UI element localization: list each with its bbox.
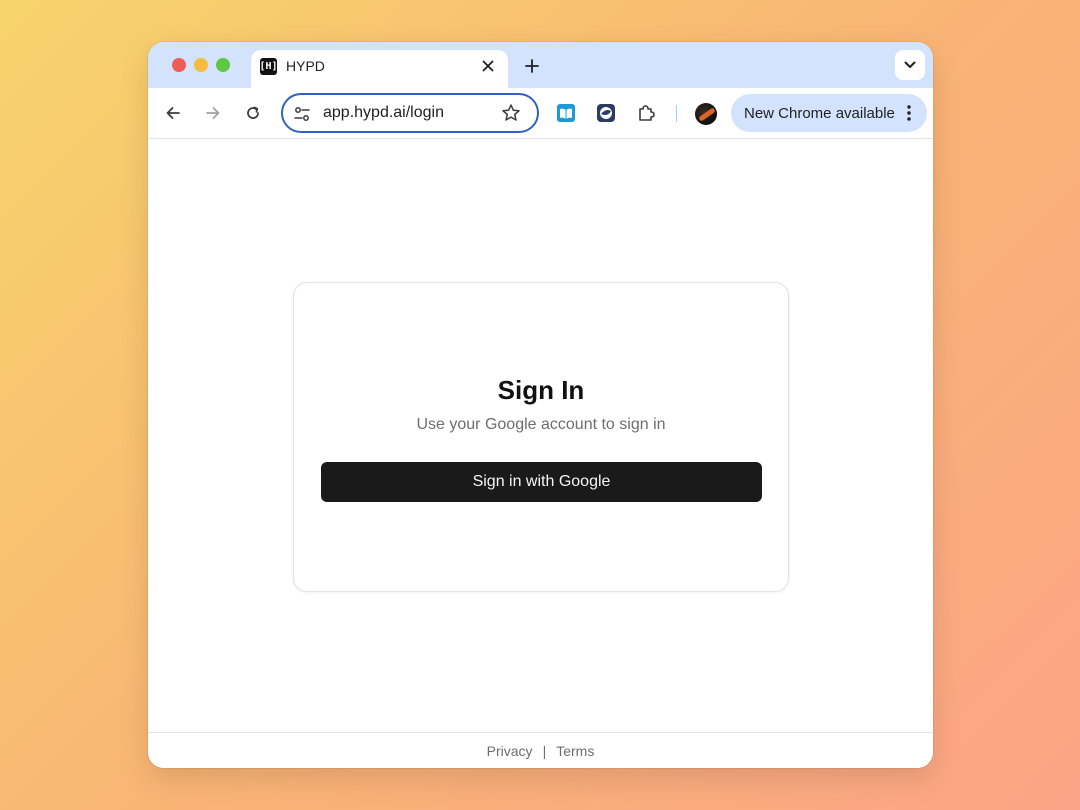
reload-icon[interactable] <box>240 100 266 126</box>
sign-in-with-google-button[interactable]: Sign in with Google <box>321 462 762 502</box>
tab-search-chevron-down-icon[interactable] <box>895 50 925 80</box>
bookmark-star-icon[interactable] <box>501 103 521 123</box>
toolbar-divider <box>676 105 677 122</box>
page-title: Sign In <box>497 375 585 405</box>
kebab-menu-icon[interactable] <box>901 103 917 123</box>
tab-strip: [H] HYPD <box>148 42 933 88</box>
sign-in-subtitle: Use your Google account to sign in <box>416 416 666 433</box>
tab-hypd[interactable]: [H] HYPD <box>251 50 508 88</box>
new-tab-plus-icon[interactable] <box>520 54 544 78</box>
tab-title: HYPD <box>286 58 325 74</box>
maximize-window-button[interactable] <box>216 58 230 72</box>
update-label: New Chrome available <box>744 105 895 122</box>
url-text[interactable]: app.hypd.ai/login <box>323 104 444 122</box>
footer-separator: | <box>542 742 547 759</box>
minimize-window-button[interactable] <box>194 58 208 72</box>
page-footer: Privacy | Terms <box>148 732 933 768</box>
page-viewport: Sign In Use your Google account to sign … <box>148 139 933 768</box>
tab-close-icon[interactable] <box>478 56 498 76</box>
browser-toolbar: app.hypd.ai/login New Chrome available <box>148 88 933 139</box>
reader-extension-icon[interactable] <box>556 103 576 123</box>
terms-link[interactable]: Terms <box>556 743 594 759</box>
browser-window: [H] HYPD app.hypd.ai/login New Chrome av… <box>148 42 933 768</box>
sign-in-card: Sign In Use your Google account to sign … <box>293 282 789 592</box>
back-arrow-icon[interactable] <box>160 100 186 126</box>
privacy-link[interactable]: Privacy <box>487 743 533 759</box>
forward-arrow-icon[interactable] <box>200 100 226 126</box>
tune-icon[interactable] <box>293 105 311 123</box>
address-bar[interactable]: app.hypd.ai/login <box>281 93 539 133</box>
close-window-button[interactable] <box>172 58 186 72</box>
circle-extension-icon[interactable] <box>596 103 616 123</box>
puzzle-extensions-icon[interactable] <box>636 103 656 123</box>
profile-avatar[interactable] <box>695 103 717 125</box>
new-chrome-available-button[interactable]: New Chrome available <box>731 94 927 132</box>
hypd-favicon-icon: [H] <box>259 58 278 75</box>
